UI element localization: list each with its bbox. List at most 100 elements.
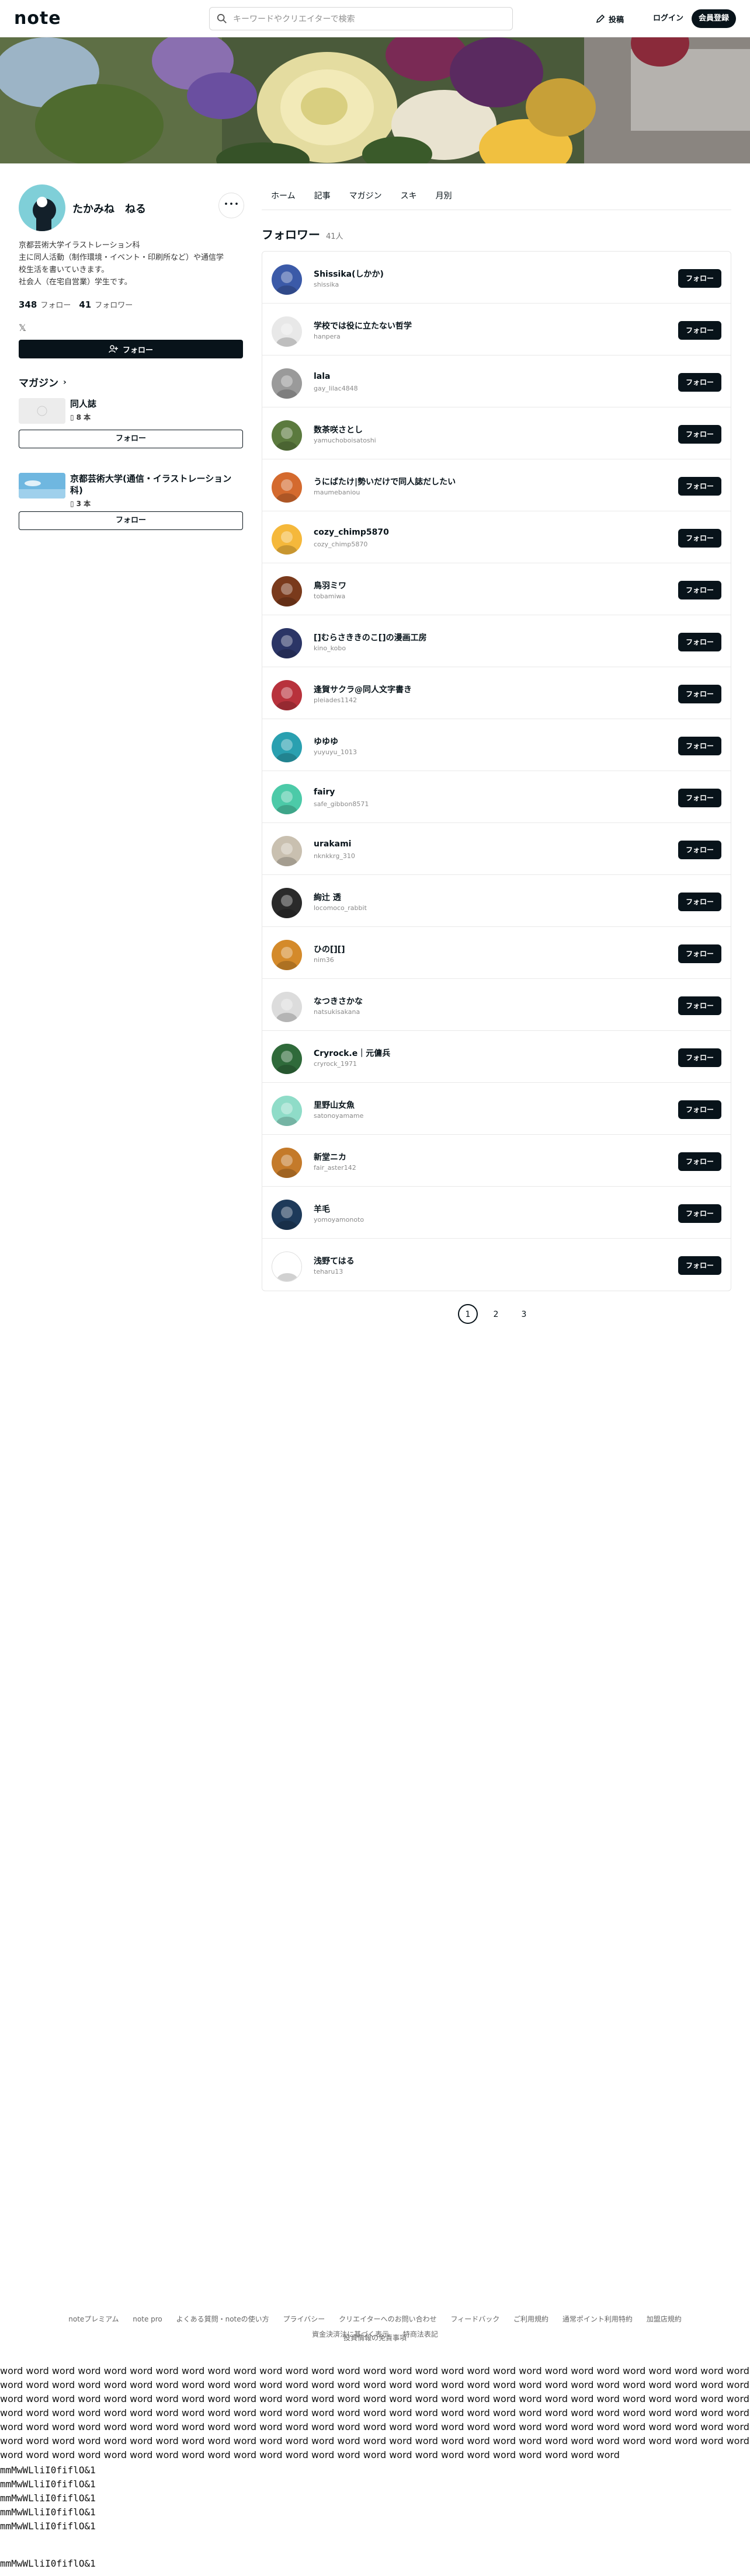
follower-name[interactable]: 新堂ニカ: [314, 1151, 346, 1163]
follower-name[interactable]: ひの[][]: [314, 943, 345, 955]
footer-link[interactable]: プライバシー: [283, 2312, 325, 2327]
profile-avatar[interactable]: [19, 184, 65, 231]
footer-link[interactable]: 通常ポイント利用特約: [562, 2312, 633, 2327]
footer-link[interactable]: フィードバック: [450, 2312, 499, 2327]
page-2-button[interactable]: 2: [486, 1304, 506, 1324]
follower-follow-button[interactable]: フォロー: [678, 789, 721, 807]
follower-follow-button[interactable]: フォロー: [678, 373, 721, 392]
follower-name[interactable]: 里野山女魚: [314, 1099, 355, 1111]
magazine-title[interactable]: 京都芸術大学(通信・イラストレーション科): [70, 473, 243, 496]
footer-link[interactable]: 加盟店規約: [647, 2312, 682, 2327]
magazine-follow-button[interactable]: フォロー: [19, 511, 243, 530]
follower-avatar[interactable]: [272, 1252, 302, 1282]
follower-row: lala gay_lilac4848 フォロー: [262, 355, 731, 407]
follower-follow-button[interactable]: フォロー: [678, 944, 721, 963]
follower-name[interactable]: lala: [314, 372, 331, 381]
magazine-title[interactable]: 同人誌: [70, 398, 243, 410]
profile-follow-button[interactable]: フォロー: [19, 340, 243, 358]
follower-follow-button[interactable]: フォロー: [678, 893, 721, 911]
follower-avatar[interactable]: [272, 1148, 302, 1178]
follower-name[interactable]: なつきさかな: [314, 995, 363, 1007]
more-options-button[interactable]: ･･･: [218, 193, 244, 218]
follower-follow-button[interactable]: フォロー: [678, 841, 721, 859]
follower-avatar[interactable]: [272, 836, 302, 866]
following-count[interactable]: 348: [19, 299, 37, 310]
tab-articles[interactable]: 記事: [305, 184, 340, 210]
follower-name[interactable]: urakami: [314, 839, 351, 849]
follower-name[interactable]: 絢辻 透: [314, 891, 341, 903]
page-3-button[interactable]: 3: [514, 1304, 534, 1324]
follower-avatar[interactable]: [272, 732, 302, 762]
magazine-thumbnail[interactable]: [19, 398, 65, 424]
follower-avatar[interactable]: [272, 472, 302, 503]
follower-name[interactable]: ゆゆゆ: [314, 735, 338, 747]
footer-link[interactable]: note pro: [133, 2312, 162, 2327]
signup-button[interactable]: 会員登録: [692, 9, 737, 28]
magazine-heading[interactable]: マガジン ›: [19, 375, 67, 390]
tab-magazines[interactable]: マガジン: [340, 184, 391, 210]
follower-name[interactable]: 鳥羽ミワ: [314, 580, 346, 591]
follower-count[interactable]: 41: [79, 299, 91, 310]
follower-avatar[interactable]: [272, 524, 302, 555]
follower-follow-button[interactable]: フォロー: [678, 321, 721, 340]
tab-home[interactable]: ホーム: [262, 184, 305, 210]
follower-follow-button[interactable]: フォロー: [678, 1204, 721, 1223]
follower-follow-button[interactable]: フォロー: [678, 581, 721, 599]
follower-name[interactable]: fairy: [314, 787, 335, 797]
follower-avatar[interactable]: [272, 680, 302, 710]
follower-avatar[interactable]: [272, 576, 302, 606]
follower-avatar[interactable]: [272, 888, 302, 918]
follower-avatar[interactable]: [272, 316, 302, 347]
footer-link[interactable]: クリエイターへのお問い合わせ: [339, 2312, 437, 2327]
follower-avatar[interactable]: [272, 1096, 302, 1126]
follower-name[interactable]: 学校では役に立たない哲学: [314, 320, 412, 332]
follower-avatar[interactable]: [272, 420, 302, 451]
follower-avatar[interactable]: [272, 1044, 302, 1074]
follower-follow-button[interactable]: フォロー: [678, 633, 721, 651]
follower-label[interactable]: フォロワー: [95, 299, 133, 310]
follower-follow-button[interactable]: フォロー: [678, 1256, 721, 1275]
follower-avatar[interactable]: [272, 368, 302, 399]
follower-avatar[interactable]: [272, 992, 302, 1022]
follower-name[interactable]: 浅野てはる: [314, 1255, 355, 1267]
follower-follow-button[interactable]: フォロー: [678, 269, 721, 288]
follower-avatar[interactable]: [272, 1200, 302, 1230]
note-logo[interactable]: note: [14, 8, 61, 29]
search-input[interactable]: [233, 12, 502, 26]
follower-name[interactable]: Cryrock.e｜元傭兵: [314, 1047, 390, 1059]
page-1-button[interactable]: 1: [458, 1304, 478, 1324]
follower-follow-button[interactable]: フォロー: [678, 1100, 721, 1119]
x-twitter-icon[interactable]: 𝕏: [19, 322, 30, 334]
follower-avatar[interactable]: [272, 940, 302, 970]
follower-follow-button[interactable]: フォロー: [678, 737, 721, 755]
follower-name[interactable]: 逢賀サクラ@同人文字書き: [314, 684, 412, 695]
follower-name[interactable]: 数茶咲さとし: [314, 424, 363, 435]
follower-avatar[interactable]: [272, 784, 302, 814]
follower-name[interactable]: cozy_chimp5870: [314, 528, 389, 537]
follower-name[interactable]: []むらさききのこ[]の漫画工房: [314, 632, 427, 643]
tab-likes[interactable]: スキ: [391, 184, 426, 210]
follower-avatar[interactable]: [272, 264, 302, 295]
search-box[interactable]: [209, 7, 513, 30]
follower-name[interactable]: うにばたけ|勢いだけで同人誌だしたい: [314, 476, 456, 487]
tab-monthly[interactable]: 月別: [426, 184, 461, 210]
magazine-thumbnail[interactable]: [19, 473, 65, 499]
magazine-follow-button[interactable]: フォロー: [19, 430, 243, 448]
follower-follow-button[interactable]: フォロー: [678, 477, 721, 496]
footer-link[interactable]: ご利用規約: [513, 2312, 548, 2327]
follower-follow-button[interactable]: フォロー: [678, 1152, 721, 1171]
follower-follow-button[interactable]: フォロー: [678, 685, 721, 703]
follower-follow-button[interactable]: フォロー: [678, 996, 721, 1015]
footer-link[interactable]: よくある質問・noteの使い方: [176, 2312, 269, 2327]
follower-follow-button[interactable]: フォロー: [678, 529, 721, 548]
following-label[interactable]: フォロー: [40, 299, 71, 310]
follower-avatar[interactable]: [272, 628, 302, 658]
footer-link[interactable]: 投資情報の免責事項: [343, 2334, 407, 2342]
follower-name[interactable]: Shissika(しかか): [314, 268, 384, 280]
follower-name[interactable]: 羊毛: [314, 1203, 330, 1215]
follower-follow-button[interactable]: フォロー: [678, 1048, 721, 1067]
follower-follow-button[interactable]: フォロー: [678, 425, 721, 444]
login-button[interactable]: ログイン: [645, 9, 692, 28]
footer-link[interactable]: noteプレミアム: [68, 2312, 119, 2327]
post-button[interactable]: 投稿: [596, 9, 624, 28]
